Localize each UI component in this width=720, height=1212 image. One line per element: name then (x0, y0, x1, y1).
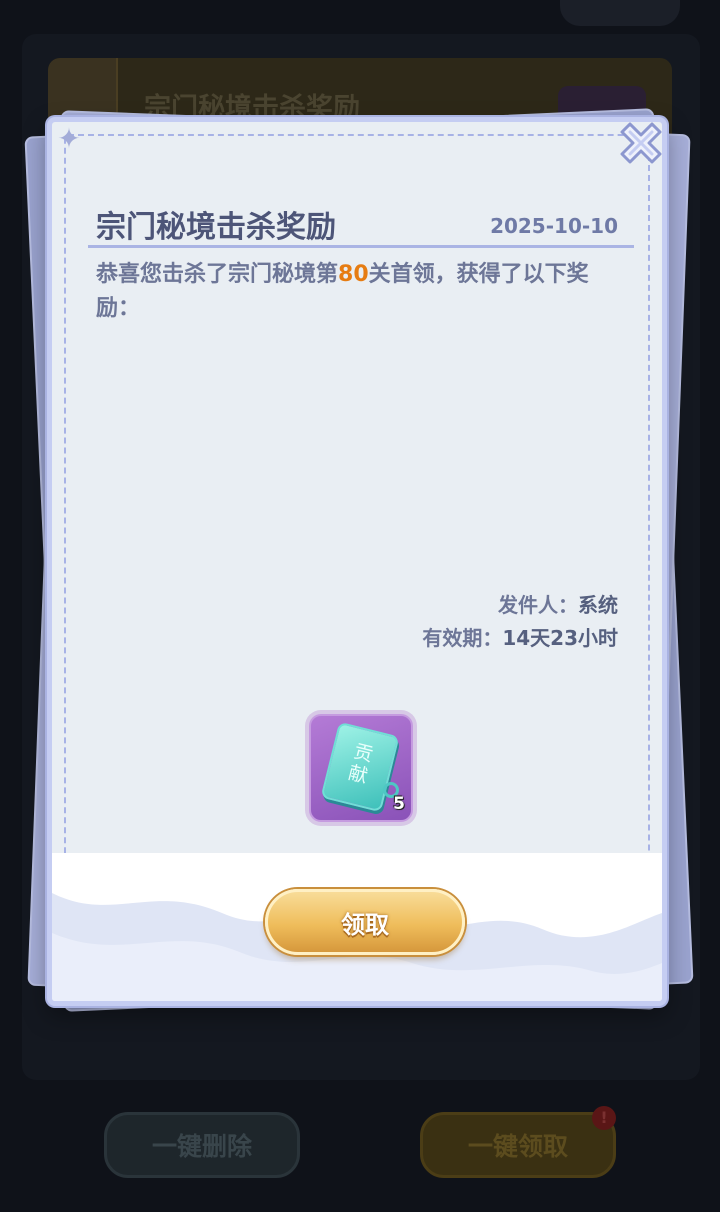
mail-letter-dialog: ✦ ✦ ✦ 宗门秘境击杀奖励 2025-10-10 恭喜您击杀了宗门秘境第80关… (47, 117, 667, 1006)
sender-value: 系统 (578, 593, 618, 617)
title-divider (88, 245, 634, 248)
notification-dot: ! (592, 1106, 616, 1130)
sender-line: 发件人：系统 (498, 589, 618, 618)
body-text-prefix: 恭喜您击杀了宗门秘境第 (96, 262, 339, 287)
close-icon[interactable] (616, 118, 666, 168)
claim-button[interactable]: 领取 (265, 889, 465, 955)
delete-all-button[interactable]: 一键删除 (104, 1112, 300, 1178)
sender-label: 发件人： (498, 593, 578, 617)
reward-count: 5 (393, 794, 405, 814)
expiry-label: 有效期： (422, 626, 503, 650)
letter-date: 2025-10-10 (490, 214, 618, 238)
letter-title: 宗门秘境击杀奖励 (96, 210, 336, 245)
expiry-value: 14天23小时 (502, 626, 618, 650)
corner-star-icon: ✦ (57, 122, 81, 155)
letter-body: 恭喜您击杀了宗门秘境第80关首领，获得了以下奖励： (96, 258, 616, 326)
expiry-line: 有效期：14天23小时 (422, 622, 618, 651)
reward-icon-text: 贡献 (346, 740, 376, 788)
reward-item-slot[interactable]: 贡献 5 (305, 710, 417, 826)
reward-item-tile: 贡献 5 (309, 714, 413, 822)
collect-all-button[interactable]: 一键领取 (420, 1112, 616, 1178)
top-decoration (560, 0, 680, 26)
contribution-token-icon: 贡献 (320, 721, 400, 813)
body-floor-number: 80 (338, 262, 369, 287)
